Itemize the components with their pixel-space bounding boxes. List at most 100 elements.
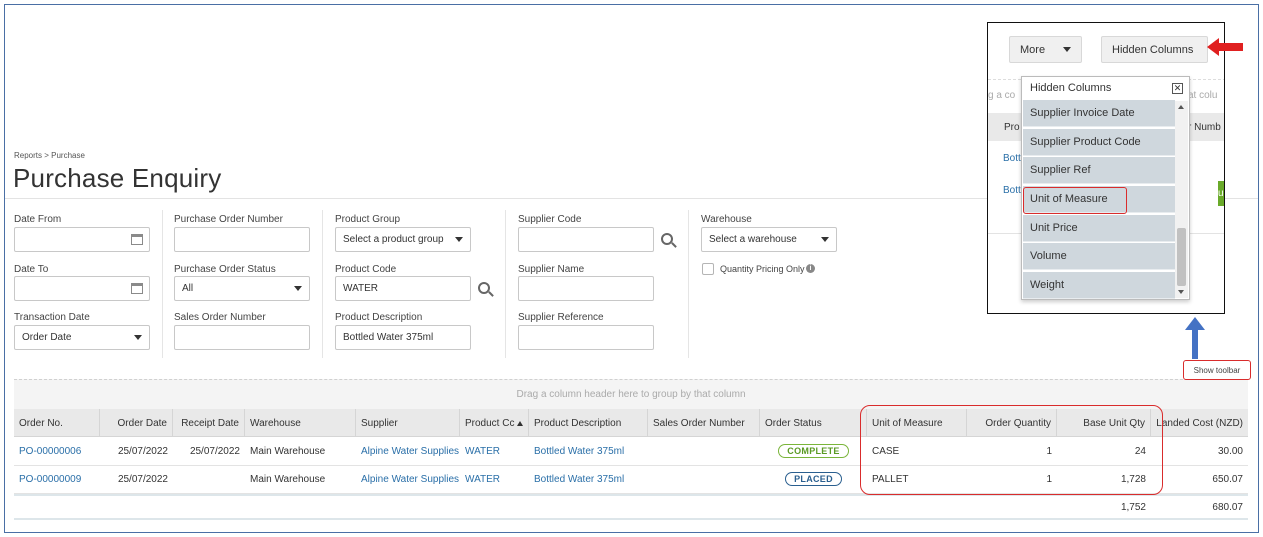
- supplier-name-input[interactable]: [518, 276, 654, 301]
- supplier-link[interactable]: Alpine Water Supplies: [356, 437, 460, 465]
- hidden-column-item[interactable]: Weight: [1023, 272, 1175, 299]
- column-header-receipt-date[interactable]: Receipt Date: [173, 409, 245, 437]
- warehouse-cell: Main Warehouse: [250, 445, 326, 457]
- filter-divider: [322, 210, 323, 358]
- show-toolbar-button[interactable]: Show toolbar: [1183, 360, 1251, 380]
- column-header-landed-cost[interactable]: Landed Cost (NZD): [1151, 409, 1248, 437]
- base-unit-qty-total: 1,752: [1120, 501, 1146, 513]
- search-icon[interactable]: [478, 282, 490, 294]
- highlight-annotation: [860, 405, 1163, 495]
- po-status-label: Purchase Order Status: [174, 264, 276, 275]
- order-date-cell: 25/07/2022: [117, 473, 168, 485]
- sales-order-number-cell: [648, 465, 760, 493]
- bg-drag-hint-end: at colu: [1188, 90, 1218, 101]
- po-number-input[interactable]: [174, 227, 310, 252]
- sales-order-number-label: Sales Order Number: [174, 312, 266, 323]
- hidden-column-item[interactable]: Supplier Invoice Date: [1023, 100, 1175, 127]
- status-badge: PLACED: [785, 472, 842, 486]
- hidden-columns-button[interactable]: Hidden Columns: [1101, 36, 1208, 63]
- column-header-supplier[interactable]: Supplier: [356, 409, 460, 437]
- filter-divider: [505, 210, 506, 358]
- scroll-up-icon[interactable]: [1178, 105, 1184, 109]
- column-header-warehouse[interactable]: Warehouse: [245, 409, 356, 437]
- calendar-icon[interactable]: [131, 283, 143, 294]
- hidden-column-item[interactable]: Supplier Ref: [1023, 157, 1175, 184]
- supplier-link[interactable]: Alpine Water Supplies: [356, 465, 460, 493]
- filter-divider: [688, 210, 689, 358]
- date-from-input[interactable]: [14, 227, 150, 252]
- column-header-product-code[interactable]: Product Cc: [460, 409, 529, 437]
- supplier-reference-label: Supplier Reference: [518, 312, 604, 323]
- chevron-down-icon: [455, 237, 463, 242]
- product-group-select[interactable]: Select a product group: [335, 227, 471, 252]
- chevron-down-icon: [821, 237, 829, 242]
- po-status-select[interactable]: All: [174, 276, 310, 301]
- breadcrumb[interactable]: Reports > Purchase: [14, 151, 85, 160]
- column-header-order-date[interactable]: Order Date: [100, 409, 173, 437]
- bg-run-button-label: un: [1218, 188, 1224, 199]
- transaction-date-label: Transaction Date: [14, 312, 90, 323]
- bg-product-link[interactable]: Bott: [1003, 185, 1021, 196]
- hidden-column-item[interactable]: Unit of Measure: [1023, 186, 1175, 214]
- scrollbar[interactable]: [1175, 101, 1188, 298]
- receipt-date-cell: 25/07/2022: [189, 445, 240, 457]
- column-header-order-no[interactable]: Order No.: [14, 409, 100, 437]
- receipt-date-cell: [173, 465, 245, 493]
- transaction-date-select[interactable]: Order Date: [14, 325, 150, 350]
- hidden-columns-title: Hidden Columns: [1030, 82, 1112, 94]
- chevron-down-icon: [134, 335, 142, 340]
- page-title: Purchase Enquiry: [13, 163, 222, 193]
- bg-header-product: Pro: [1004, 122, 1020, 133]
- warehouse-select[interactable]: Select a warehouse: [701, 227, 837, 252]
- supplier-code-input[interactable]: [518, 227, 654, 252]
- column-header-product-description[interactable]: Product Description: [529, 409, 648, 437]
- supplier-name-label: Supplier Name: [518, 264, 585, 275]
- hidden-columns-button-label: Hidden Columns: [1112, 43, 1194, 56]
- sales-order-number-cell: [648, 437, 760, 465]
- po-number-label: Purchase Order Number: [174, 214, 283, 225]
- red-arrow-icon: [1207, 38, 1243, 56]
- order-no-link[interactable]: PO-00000006: [14, 437, 100, 465]
- quantity-pricing-checkbox[interactable]: [702, 263, 714, 275]
- info-icon[interactable]: i: [806, 264, 815, 273]
- hidden-column-item[interactable]: Unit Price: [1023, 215, 1175, 242]
- sales-order-number-input[interactable]: [174, 325, 310, 350]
- close-icon[interactable]: ✕: [1172, 83, 1183, 94]
- hidden-columns-panel: Hidden Columns ✕ Supplier Invoice Date S…: [1021, 76, 1190, 300]
- group-hint: Drag a column header here to group by th…: [516, 389, 746, 400]
- search-icon[interactable]: [661, 233, 673, 245]
- product-description-label: Product Description: [335, 312, 423, 323]
- order-no-link[interactable]: PO-00000009: [14, 465, 100, 493]
- scroll-down-icon[interactable]: [1178, 290, 1184, 294]
- supplier-code-label: Supplier Code: [518, 214, 582, 225]
- more-button[interactable]: More: [1009, 36, 1082, 63]
- product-description-input[interactable]: Bottled Water 375ml: [335, 325, 471, 350]
- product-description-link[interactable]: Bottled Water 375ml: [529, 465, 648, 493]
- supplier-reference-input[interactable]: [518, 325, 654, 350]
- column-header-order-status[interactable]: Order Status: [760, 409, 867, 437]
- chevron-down-icon: [1063, 47, 1071, 52]
- status-badge: COMPLETE: [778, 444, 849, 458]
- order-status-cell: COMPLETE: [760, 437, 867, 465]
- product-code-input[interactable]: WATER: [335, 276, 471, 301]
- highlight-annotation: [1023, 187, 1127, 214]
- scrollbar-thumb[interactable]: [1177, 228, 1186, 286]
- totals-row: 1,752 680.07: [14, 494, 1248, 520]
- bg-product-link[interactable]: Bott: [1003, 153, 1021, 164]
- product-description-link[interactable]: Bottled Water 375ml: [529, 437, 648, 465]
- order-status-cell: PLACED: [760, 465, 867, 493]
- calendar-icon[interactable]: [131, 234, 143, 245]
- landed-cost-total: 680.07: [1212, 501, 1243, 513]
- hidden-column-item[interactable]: Volume: [1023, 243, 1175, 270]
- date-to-input[interactable]: [14, 276, 150, 301]
- product-code-label: Product Code: [335, 264, 397, 275]
- hidden-column-item[interactable]: Supplier Product Code: [1023, 129, 1175, 156]
- chevron-down-icon: [294, 286, 302, 291]
- column-header-sales-order-number[interactable]: Sales Order Number: [648, 409, 760, 437]
- product-group-label: Product Group: [335, 214, 401, 225]
- bg-run-button[interactable]: un: [1218, 181, 1224, 206]
- warehouse-label: Warehouse: [701, 214, 752, 225]
- product-code-link[interactable]: WATER: [460, 465, 529, 493]
- show-toolbar-label: Show toolbar: [1193, 365, 1241, 375]
- product-code-link[interactable]: WATER: [460, 437, 529, 465]
